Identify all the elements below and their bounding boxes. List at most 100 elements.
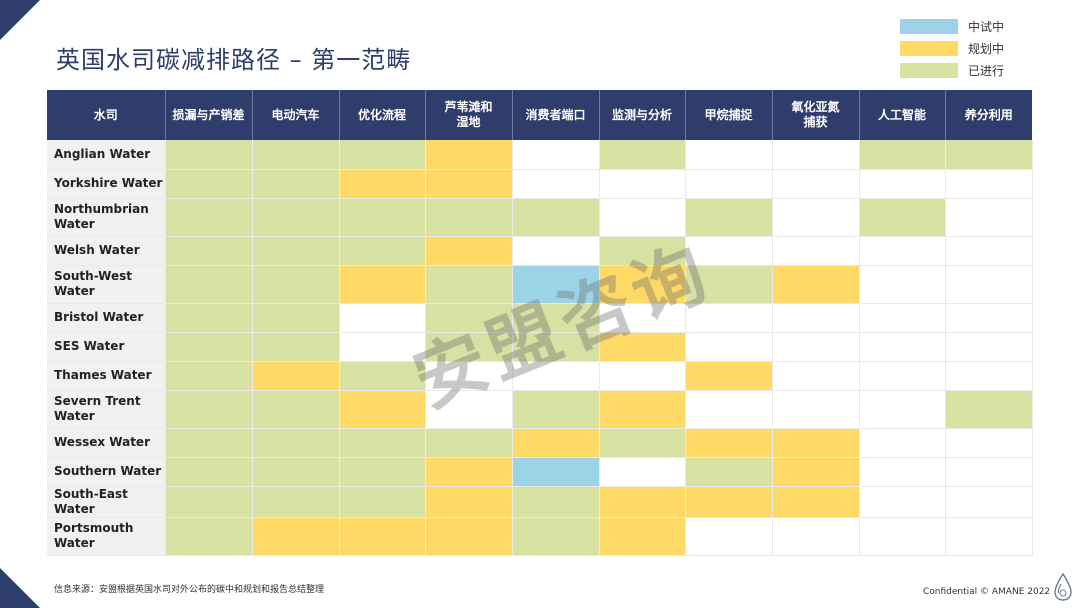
page-title: 英国水司碳减排路径 – 第一范畴 (56, 46, 412, 74)
table-row: Welsh Water (47, 236, 1033, 266)
status-cell (859, 140, 946, 170)
status-cell (859, 457, 946, 487)
water-drop-icon (1054, 572, 1072, 601)
status-cell (339, 486, 426, 518)
status-cell (772, 457, 860, 487)
status-cell (425, 428, 513, 458)
corner-decoration-top-left (0, 0, 40, 40)
legend-swatch-done (900, 62, 958, 78)
status-cell (512, 332, 600, 362)
company-name-cell: Severn Trent Water (47, 390, 166, 429)
status-cell (512, 428, 600, 458)
legend-swatch-planned (900, 40, 958, 56)
status-cell (599, 236, 686, 266)
status-cell (685, 140, 773, 170)
source-note: 信息来源：安盟根据英国水司对外公布的碳中和规划和报告总结整理 (54, 585, 325, 595)
status-cell (685, 169, 773, 199)
status-cell (685, 457, 773, 487)
company-name-cell: Portsmouth Water (47, 517, 166, 556)
status-cell (339, 236, 426, 266)
status-cell (599, 265, 686, 304)
status-cell (772, 332, 860, 362)
status-cell (599, 198, 686, 237)
legend-item-pilot: 中试中 (900, 15, 1004, 37)
status-cell (859, 303, 946, 333)
status-cell (339, 198, 426, 237)
company-name-cell: Yorkshire Water (47, 169, 166, 199)
status-cell (252, 486, 340, 518)
status-cell (772, 361, 860, 391)
company-name-cell: Welsh Water (47, 236, 166, 266)
status-cell (512, 303, 600, 333)
column-header: 养分利用 (945, 90, 1032, 140)
status-cell (512, 457, 600, 487)
status-cell (252, 332, 340, 362)
status-cell (512, 390, 600, 429)
status-cell (165, 332, 253, 362)
status-cell (339, 265, 426, 304)
status-cell (685, 332, 773, 362)
status-cell (685, 303, 773, 333)
status-cell (945, 457, 1033, 487)
column-header: 损漏与产销差 (165, 90, 253, 140)
status-cell (945, 265, 1033, 304)
status-cell (945, 236, 1033, 266)
company-name-cell: SES Water (47, 332, 166, 362)
status-cell (685, 236, 773, 266)
table-row: Northumbrian Water (47, 198, 1033, 237)
column-header: 氧化亚氮 捕获 (772, 90, 860, 140)
legend-label-done: 已进行 (968, 63, 1005, 78)
status-cell (165, 457, 253, 487)
status-cell (772, 265, 860, 304)
status-cell (945, 486, 1033, 518)
status-cell (165, 517, 253, 556)
confidential-note: Confidential © AMANE 2022 (923, 587, 1051, 597)
status-cell (599, 457, 686, 487)
status-cell (859, 236, 946, 266)
status-cell (165, 303, 253, 333)
table-row: Anglian Water (47, 140, 1033, 170)
column-header: 芦苇滩和 湿地 (425, 90, 513, 140)
status-cell (772, 428, 860, 458)
table-row: Portsmouth Water (47, 517, 1033, 556)
table-row: Yorkshire Water (47, 169, 1033, 199)
status-cell (859, 428, 946, 458)
status-cell (165, 265, 253, 304)
table-row: Bristol Water (47, 303, 1033, 333)
status-cell (512, 517, 600, 556)
status-cell (165, 169, 253, 199)
status-cell (599, 303, 686, 333)
status-cell (599, 361, 686, 391)
legend-item-done: 已进行 (900, 59, 1004, 81)
status-cell (252, 390, 340, 429)
column-header: 消费者端口 (512, 90, 600, 140)
status-cell (685, 390, 773, 429)
status-cell (512, 140, 600, 170)
table-row: Thames Water (47, 361, 1033, 391)
status-cell (685, 428, 773, 458)
status-cell (425, 457, 513, 487)
table-row: South-East Water (47, 486, 1033, 518)
table-header-row: 水司 损漏与产销差 电动汽车 优化流程 芦苇滩和 湿地 消费者端口 监测与分析 甲烷捕捉 氧化亚… (47, 90, 1032, 140)
status-cell (685, 265, 773, 304)
company-name-cell: Northumbrian Water (47, 198, 166, 237)
status-cell (599, 517, 686, 556)
status-cell (772, 517, 860, 556)
status-cell (252, 457, 340, 487)
status-cell (425, 236, 513, 266)
status-cell (165, 390, 253, 429)
column-header: 甲烷捕捉 (685, 90, 773, 140)
status-cell (252, 361, 340, 391)
status-cell (772, 486, 860, 518)
status-cell (339, 303, 426, 333)
status-cell (859, 169, 946, 199)
status-cell (512, 486, 600, 518)
legend-item-planned: 规划中 (900, 37, 1004, 59)
status-cell (859, 332, 946, 362)
status-matrix-table: 水司 损漏与产销差 电动汽车 优化流程 芦苇滩和 湿地 消费者端口 监测与分析 甲烷捕捉 氧化亚… (47, 90, 1033, 556)
status-cell (425, 332, 513, 362)
status-cell (425, 169, 513, 199)
legend-label-planned: 规划中 (968, 41, 1005, 56)
status-cell (425, 361, 513, 391)
status-cell (339, 361, 426, 391)
